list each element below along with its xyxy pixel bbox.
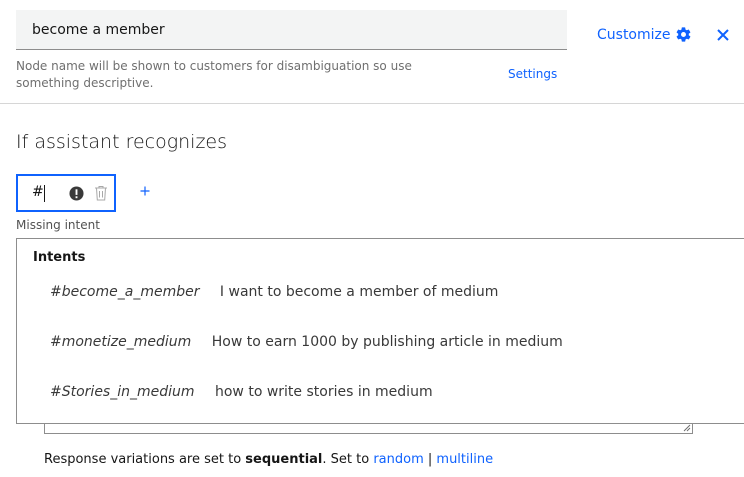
intent-option[interactable]: #Stories_in_medium how to write stories … xyxy=(50,384,433,400)
intent-name: #become_a_member xyxy=(50,284,200,300)
close-icon[interactable] xyxy=(713,25,733,45)
intent-example: How to earn 1000 by publishing article i… xyxy=(211,334,563,350)
intent-option[interactable]: #monetize_medium How to earn 1000 by pub… xyxy=(50,334,563,350)
variations-mode: sequential xyxy=(245,452,323,467)
resize-handle-icon[interactable] xyxy=(683,424,691,432)
node-name-helper-text: Node name will be shown to customers for… xyxy=(16,59,412,90)
variations-middle: . Set to xyxy=(322,452,374,467)
customize-label: Customize xyxy=(597,26,671,43)
intent-example: I want to become a member of medium xyxy=(219,284,499,300)
header-divider xyxy=(0,103,744,104)
missing-intent-error: Missing intent xyxy=(16,218,100,232)
plus-icon[interactable] xyxy=(139,185,151,197)
intent-name: #Stories_in_medium xyxy=(50,384,195,400)
variations-prefix: Response variations are set to xyxy=(44,452,246,467)
intent-option[interactable]: #become_a_member I want to become a memb… xyxy=(50,284,498,300)
node-name-field[interactable] xyxy=(16,10,567,50)
intent-name: #monetize_medium xyxy=(50,334,192,350)
intents-heading: Intents xyxy=(33,250,86,265)
response-variations-text: Response variations are set to sequentia… xyxy=(44,452,493,467)
text-cursor xyxy=(44,185,45,202)
settings-link[interactable]: Settings xyxy=(508,67,557,81)
condition-input-value: # xyxy=(32,184,44,200)
variations-separator: | xyxy=(423,452,437,467)
section-title: If assistant recognizes xyxy=(16,131,228,153)
multiline-link[interactable]: multiline xyxy=(436,452,493,467)
condition-input[interactable]: # xyxy=(16,174,116,212)
random-link[interactable]: random xyxy=(373,452,423,467)
customize-button[interactable]: Customize xyxy=(597,26,692,43)
warning-icon xyxy=(69,186,84,201)
trash-icon[interactable] xyxy=(94,185,108,201)
intent-example: how to write stories in medium xyxy=(214,384,433,400)
gear-icon xyxy=(676,27,690,42)
response-textarea[interactable] xyxy=(44,423,693,434)
intents-dropdown: Intents #become_a_member I want to becom… xyxy=(16,238,744,424)
node-name-input[interactable] xyxy=(16,10,567,49)
